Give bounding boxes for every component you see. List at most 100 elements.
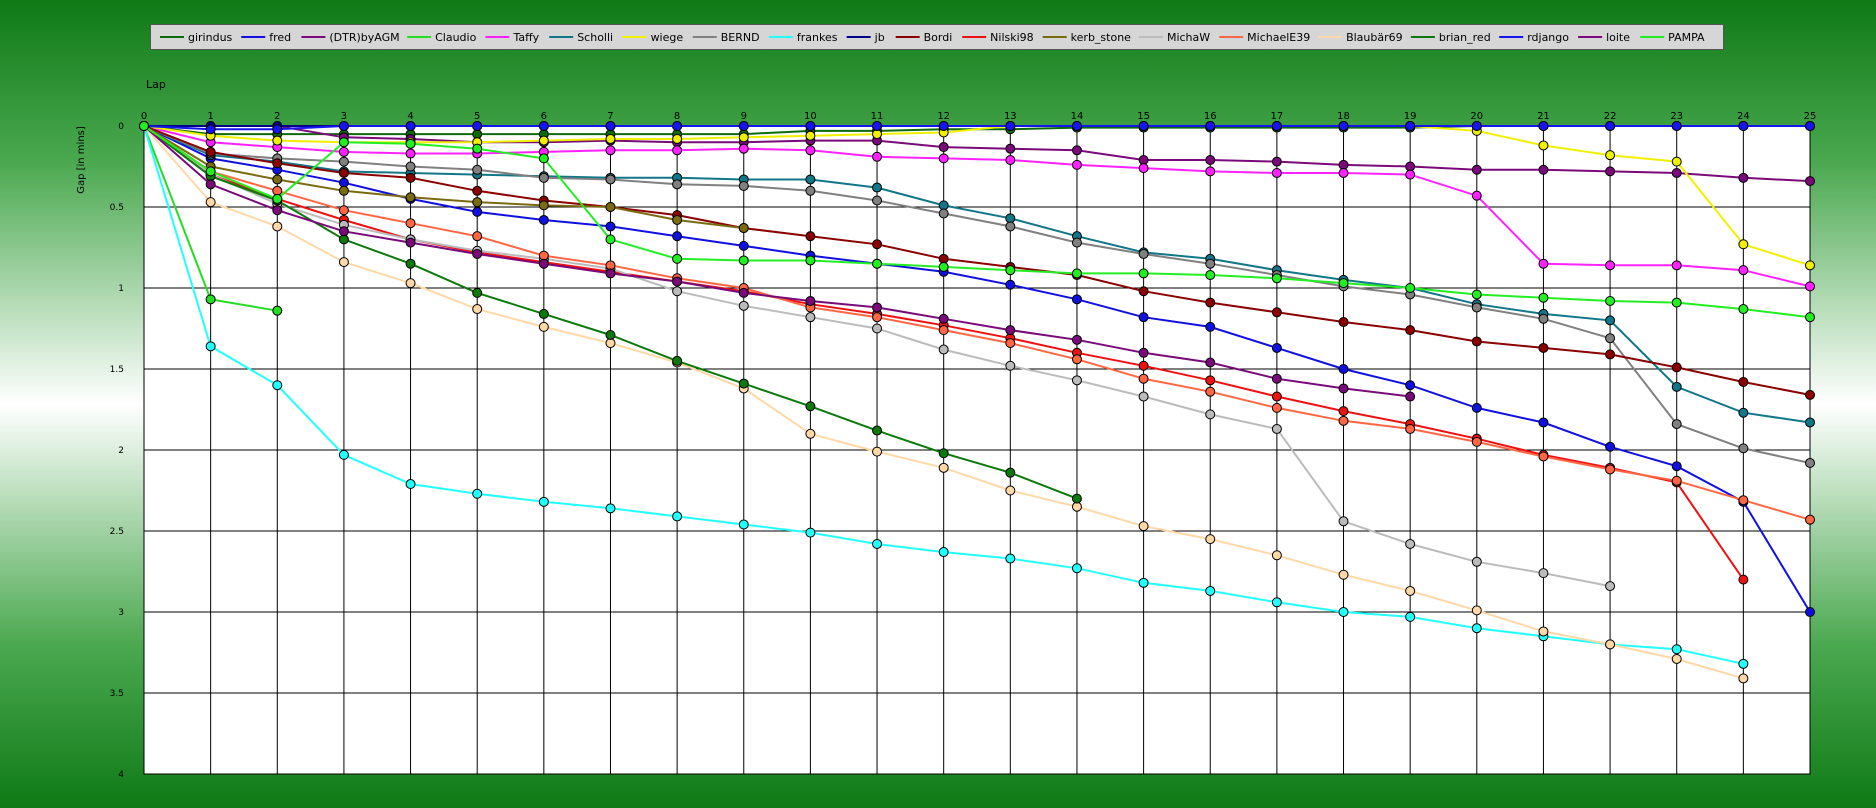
data-point: [538, 135, 549, 146]
data-point: [272, 380, 283, 391]
data-point: [605, 329, 616, 340]
data-point: [738, 180, 749, 191]
data-point: [1605, 166, 1616, 177]
data-point: [805, 527, 816, 538]
data-point: [1805, 514, 1815, 525]
data-point: [738, 300, 749, 311]
y-tick-label: 0: [118, 122, 124, 132]
data-point: [1138, 373, 1149, 384]
legend-label: Bordi: [924, 31, 953, 44]
data-point: [605, 234, 616, 245]
data-point: [1805, 281, 1815, 292]
data-point: [1271, 402, 1282, 413]
data-point: [1471, 336, 1482, 347]
line-chart: 0 1 2 3 4 5 6 7 8 9 10 11 12 13 14 15 16 17 18 19 20 21 22 23 24…: [76, 31, 1816, 780]
data-point: [1138, 391, 1149, 402]
data-point: [1805, 607, 1815, 617]
data-point: [1205, 534, 1216, 545]
data-point: [1538, 451, 1549, 462]
data-point: [205, 179, 216, 190]
data-point: [1338, 167, 1349, 178]
data-point: [205, 294, 216, 305]
data-point: [405, 237, 416, 248]
data-point: [1005, 325, 1016, 336]
data-point: [1471, 190, 1482, 201]
legend-item: brian_red: [1410, 31, 1491, 44]
legend-item: rdjango: [1499, 31, 1569, 44]
data-point: [1605, 581, 1616, 592]
data-point: [1605, 349, 1616, 360]
data-point: [738, 378, 749, 389]
data-point: [205, 166, 216, 177]
data-point: [1071, 375, 1082, 386]
legend-item: wiege: [622, 31, 683, 44]
data-point: [605, 202, 616, 212]
data-point: [405, 161, 416, 172]
data-point: [872, 446, 883, 457]
legend-item: Bordi: [895, 31, 953, 44]
data-point: [405, 192, 416, 203]
data-point: [538, 308, 549, 319]
data-point: [872, 195, 883, 206]
data-point: [338, 185, 349, 196]
legend-label: jb: [874, 31, 885, 44]
data-point: [1005, 467, 1016, 478]
data-point: [405, 121, 416, 131]
data-point: [938, 261, 949, 272]
x-tick-label: 6: [541, 111, 547, 122]
data-point: [1005, 485, 1016, 496]
legend-label: Blaubär69: [1346, 31, 1403, 44]
data-point: [1671, 297, 1682, 308]
x-tick-label: 0: [141, 111, 147, 122]
legend-item: BERND: [692, 31, 760, 44]
data-point: [272, 135, 283, 146]
data-point: [1138, 521, 1149, 532]
data-point: [1471, 605, 1482, 616]
data-point: [1738, 495, 1749, 506]
data-point: [605, 503, 616, 514]
data-point: [1738, 121, 1749, 131]
data-point: [1071, 294, 1082, 305]
data-point: [272, 193, 283, 204]
data-point: [1005, 155, 1016, 166]
legend-item: Claudio: [407, 31, 477, 44]
data-point: [472, 287, 483, 298]
data-point: [605, 121, 616, 131]
data-point: [1605, 333, 1616, 344]
data-point: [272, 221, 283, 232]
data-point: [1671, 653, 1682, 664]
y-tick-label: 4: [118, 770, 124, 780]
data-point: [1405, 283, 1416, 293]
data-point: [1471, 164, 1482, 175]
data-point: [1071, 145, 1082, 156]
data-point: [1605, 295, 1616, 306]
x-tick-label: 17: [1271, 111, 1284, 122]
data-point: [472, 197, 483, 208]
data-point: [738, 519, 749, 530]
data-point: [1671, 260, 1682, 271]
data-point: [1471, 623, 1482, 634]
legend-label: brian_red: [1439, 31, 1491, 44]
y-tick-label: 2.5: [110, 527, 124, 537]
data-point: [1205, 258, 1216, 269]
data-point: [205, 197, 216, 208]
data-point: [472, 206, 483, 217]
data-point: [1071, 354, 1082, 365]
legend-label: fred: [269, 31, 291, 44]
data-point: [1205, 409, 1216, 420]
data-point: [1271, 307, 1282, 318]
legend-label: MichaelE39: [1247, 31, 1310, 44]
data-point: [1738, 376, 1749, 387]
data-point: [805, 312, 816, 323]
x-tick-label: 7: [607, 111, 613, 122]
legend-item: girindus: [160, 31, 233, 44]
data-point: [938, 344, 949, 355]
data-point: [272, 205, 283, 216]
x-tick-label: 5: [474, 111, 480, 122]
data-point: [1271, 121, 1282, 131]
data-point: [338, 137, 349, 148]
data-point: [1005, 553, 1016, 564]
data-point: [1005, 143, 1016, 154]
data-point: [1005, 279, 1016, 290]
data-point: [805, 231, 816, 242]
